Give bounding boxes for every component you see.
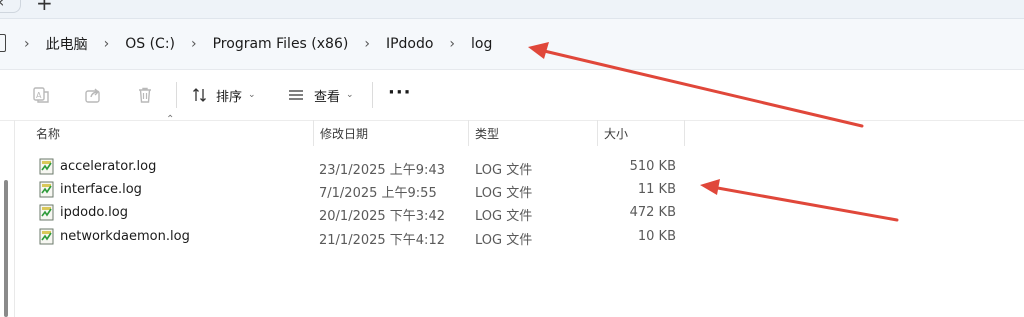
view-label: 查看 (314, 89, 341, 105)
column-header-name-label: 名称 (36, 126, 61, 141)
column-header-size[interactable]: 大小 (598, 120, 685, 146)
file-date: 7/1/2025 上午9:55 (319, 186, 437, 201)
log-file-icon (39, 158, 54, 175)
breadcrumb-program-files-x86[interactable]: Program Files (x86) (213, 36, 349, 52)
log-file-icon (39, 204, 54, 221)
chevron-right-icon[interactable]: › (449, 36, 455, 52)
address-bar[interactable]: › 此电脑 › OS (C:) › Program Files (x86) › … (0, 19, 1024, 70)
share-icon[interactable] (84, 86, 102, 104)
log-file-icon (39, 181, 54, 198)
file-date: 21/1/2025 下午4:12 (319, 233, 445, 248)
log-file-icon (39, 228, 54, 245)
view-button[interactable]: 查看 ⌄ (288, 85, 354, 105)
file-size: 472 KB (629, 205, 676, 220)
new-tab-button[interactable]: + (36, 0, 53, 15)
file-name: accelerator.log (60, 159, 157, 174)
column-header-date[interactable]: 修改日期 (314, 120, 469, 146)
view-icon (289, 90, 303, 100)
svg-text:A: A (36, 91, 42, 100)
file-date: 20/1/2025 下午3:42 (319, 209, 445, 224)
file-size: 510 KB (629, 159, 676, 174)
column-header-name[interactable]: 名称 (30, 120, 314, 146)
ai-icon[interactable]: A (32, 86, 50, 104)
file-type: LOG 文件 (475, 163, 533, 178)
chevron-down-icon: ⌄ (346, 90, 354, 100)
trash-icon[interactable] (136, 86, 154, 104)
file-name: ipdodo.log (60, 205, 128, 220)
tab-strip: ‹ + (0, 0, 1024, 19)
column-header-date-label: 修改日期 (320, 126, 369, 141)
file-name: interface.log (60, 182, 142, 197)
chevron-right-icon[interactable]: › (104, 36, 110, 52)
toolbar-divider (372, 82, 373, 108)
breadcrumb-log[interactable]: log (471, 36, 492, 52)
toolbar-divider (176, 82, 177, 108)
column-header-size-label: 大小 (604, 126, 629, 141)
chevron-down-icon: ⌄ (248, 90, 256, 100)
sort-label: 排序 (216, 89, 243, 105)
breadcrumb-this-pc[interactable]: 此电脑 (46, 34, 88, 54)
pane-divider (14, 120, 15, 317)
file-type: LOG 文件 (475, 186, 533, 201)
breadcrumb-os-c[interactable]: OS (C:) (125, 36, 175, 52)
breadcrumb: › 此电脑 › OS (C:) › Program Files (x86) › … (0, 34, 492, 54)
navigation-pane (0, 120, 16, 317)
file-row[interactable]: interface.log 7/1/2025 上午9:55 LOG 文件 11 … (30, 178, 690, 201)
file-size: 10 KB (637, 229, 676, 244)
command-bar: A 排序 ⌄ 查看 ⌄ ··· (0, 70, 1024, 121)
chevron-right-icon[interactable]: › (364, 36, 370, 52)
file-name: networkdaemon.log (60, 229, 190, 244)
sort-button[interactable]: 排序 ⌄ (192, 85, 256, 105)
file-row[interactable]: accelerator.log 23/1/2025 上午9:43 LOG 文件 … (30, 155, 690, 178)
scrollbar-thumb[interactable] (4, 180, 8, 317)
file-row[interactable]: ipdodo.log 20/1/2025 下午3:42 LOG 文件 472 K… (30, 201, 690, 224)
breadcrumb-ipdodo[interactable]: IPdodo (386, 36, 433, 52)
column-header-type-label: 类型 (475, 126, 500, 141)
file-type: LOG 文件 (475, 233, 533, 248)
chevron-right-icon[interactable]: › (24, 36, 30, 52)
file-type: LOG 文件 (475, 209, 533, 224)
file-date: 23/1/2025 上午9:43 (319, 163, 445, 178)
file-size: 11 KB (637, 182, 676, 197)
back-icon[interactable]: ‹ (0, 0, 4, 11)
annotation-arrow-to-file-list (700, 179, 899, 222)
file-row[interactable]: networkdaemon.log 21/1/2025 下午4:12 LOG 文… (30, 225, 690, 248)
column-header-type[interactable]: 类型 (469, 120, 598, 146)
more-options-button[interactable]: ··· (388, 82, 412, 103)
sort-icon (193, 88, 206, 102)
chevron-right-icon[interactable]: › (191, 36, 197, 52)
